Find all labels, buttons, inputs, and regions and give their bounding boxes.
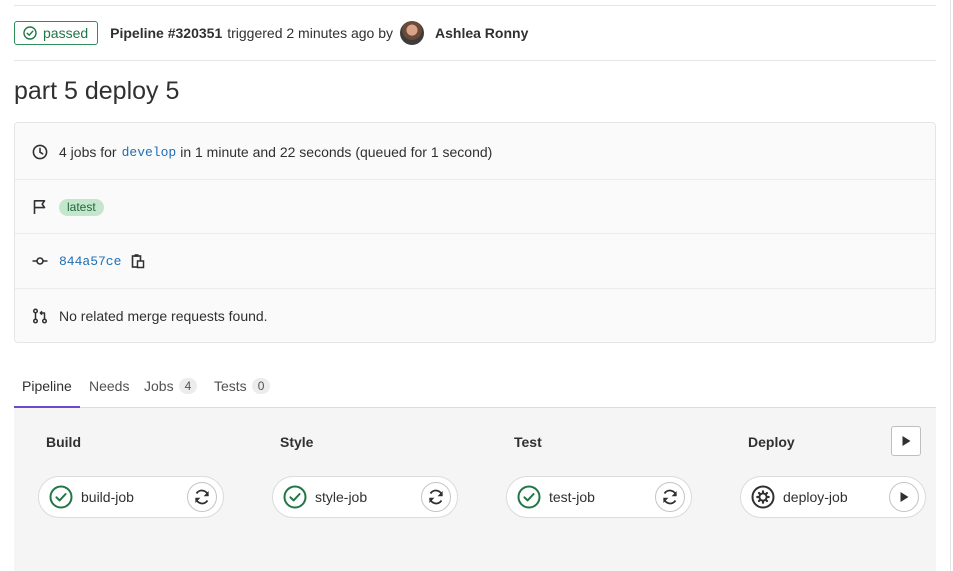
triggered-text: triggered 2 minutes ago by	[227, 25, 393, 41]
row-divider	[15, 233, 935, 234]
commit-sha-link[interactable]: 844a57ce	[59, 254, 121, 269]
job-name: test-job	[549, 489, 595, 505]
stage-title-deploy: Deploy	[748, 434, 795, 450]
job-deploy[interactable]: deploy-job	[740, 476, 926, 518]
pipeline-id: Pipeline #320351	[110, 25, 223, 41]
status-label: passed	[43, 25, 89, 41]
stage-title-style: Style	[280, 434, 314, 450]
play-button[interactable]	[889, 482, 919, 512]
top-divider	[14, 5, 936, 6]
job-test[interactable]: test-job	[506, 476, 692, 518]
flag-icon	[31, 198, 49, 216]
branch-link[interactable]: develop	[122, 145, 177, 160]
job-name: style-job	[315, 489, 368, 505]
jobs-summary-row: 4 jobs for develop in 1 minute and 22 se…	[15, 141, 935, 163]
tab-label: Jobs	[144, 377, 174, 394]
check-circle-icon	[23, 26, 37, 40]
commit-row: 844a57ce	[15, 250, 935, 272]
page-title: part 5 deploy 5	[14, 77, 180, 105]
tab-tests[interactable]: Tests 0	[214, 364, 271, 407]
tab-jobs[interactable]: Jobs 4	[144, 364, 198, 407]
check-circle-icon	[517, 485, 541, 509]
retry-icon	[663, 489, 677, 505]
page-edge-divider	[950, 0, 951, 571]
pipeline-graph: Build build-job Style style-job Test tes…	[14, 408, 936, 571]
commit-icon	[31, 252, 49, 270]
job-name: build-job	[81, 489, 134, 505]
job-name: deploy-job	[783, 489, 848, 505]
header-divider	[14, 60, 936, 61]
jobs-count-badge: 4	[178, 377, 198, 394]
gear-icon	[751, 485, 775, 509]
duration-text: in 1 minute and 22 seconds (queued for 1…	[180, 144, 493, 160]
merge-requests-row: No related merge requests found.	[15, 305, 935, 327]
pipeline-info-panel: 4 jobs for develop in 1 minute and 22 se…	[14, 122, 936, 343]
retry-button[interactable]	[187, 482, 217, 512]
retry-icon	[429, 489, 443, 505]
stage-title-build: Build	[46, 434, 81, 450]
job-style[interactable]: style-job	[272, 476, 458, 518]
retry-button[interactable]	[421, 482, 451, 512]
no-merge-requests-text: No related merge requests found.	[59, 308, 268, 324]
stage-play-button[interactable]	[891, 426, 921, 456]
tab-label: Pipeline	[22, 377, 72, 394]
merge-request-icon	[31, 307, 49, 325]
pipeline-header: passed Pipeline #320351 triggered 2 minu…	[14, 20, 528, 46]
play-icon	[900, 492, 909, 502]
author-name[interactable]: Ashlea Ronny	[435, 25, 528, 41]
stage-title-test: Test	[514, 434, 542, 450]
latest-badge: latest	[59, 198, 104, 216]
clipboard-icon[interactable]	[131, 253, 145, 269]
play-icon	[902, 436, 911, 446]
pipeline-tabs: Pipeline Needs Jobs 4 Tests 0	[14, 364, 936, 408]
status-badge[interactable]: passed	[14, 21, 99, 45]
job-build[interactable]: build-job	[38, 476, 224, 518]
tag-row: latest	[15, 196, 935, 218]
retry-button[interactable]	[655, 482, 685, 512]
row-divider	[15, 288, 935, 289]
tab-pipeline[interactable]: Pipeline	[14, 364, 80, 408]
jobs-count-text: 4 jobs for	[59, 144, 117, 160]
tests-count-badge: 0	[251, 377, 271, 394]
retry-icon	[195, 489, 209, 505]
tab-needs[interactable]: Needs	[89, 364, 129, 407]
tab-label: Tests	[214, 377, 247, 394]
row-divider	[15, 179, 935, 180]
tab-label: Needs	[89, 377, 130, 394]
check-circle-icon	[49, 485, 73, 509]
check-circle-icon	[283, 485, 307, 509]
avatar[interactable]	[400, 21, 424, 45]
clock-icon	[31, 143, 49, 161]
